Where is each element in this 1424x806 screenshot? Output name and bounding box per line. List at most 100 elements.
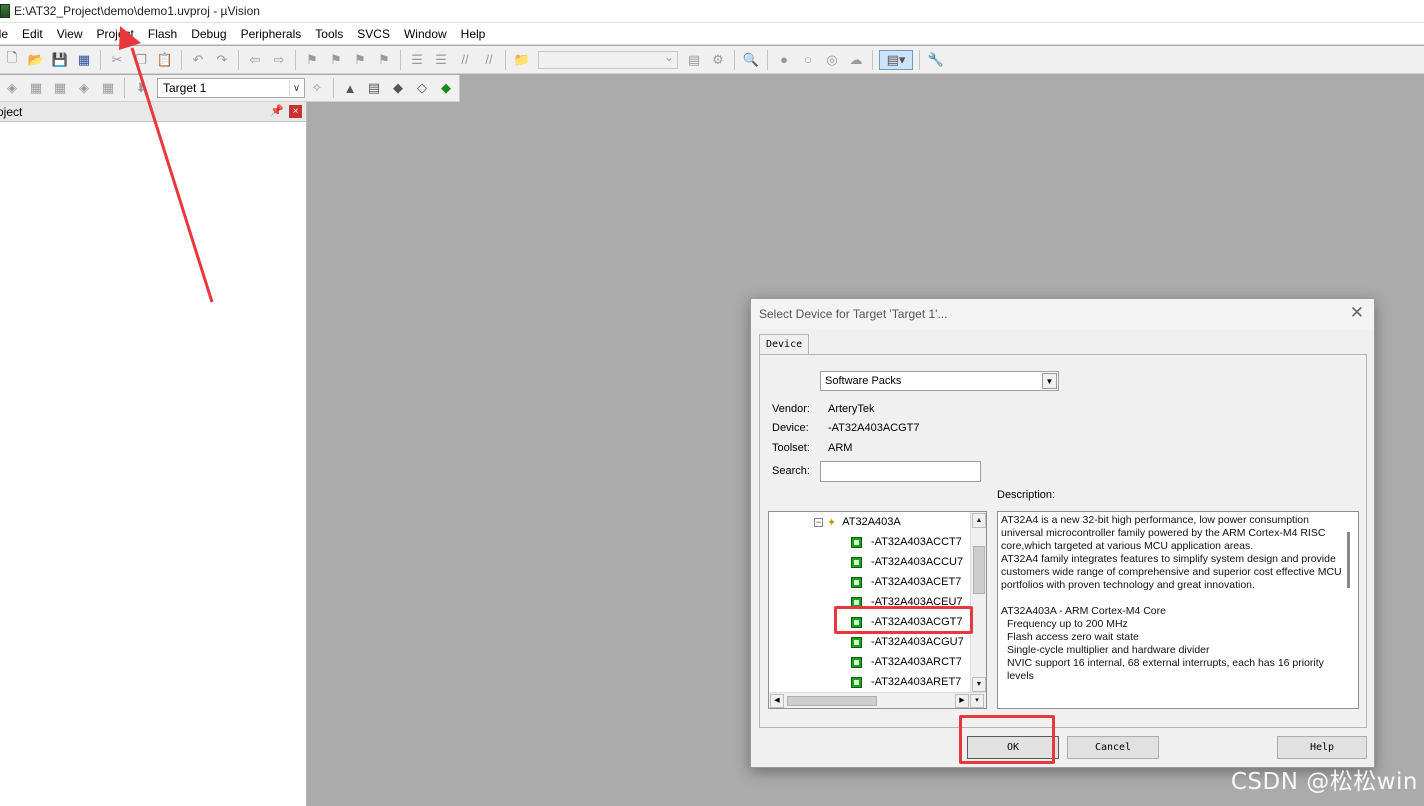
chevron-down-icon: ▼: [1042, 373, 1057, 389]
toolbar-separator: [100, 49, 101, 70]
prev-bookmark-icon[interactable]: ⚑: [326, 50, 346, 70]
kill-breakpoints-icon[interactable]: ☁: [846, 50, 866, 70]
cut-icon[interactable]: ✂: [107, 50, 127, 70]
menu-peripherals[interactable]: Peripherals: [234, 23, 309, 45]
save-icon[interactable]: 💾: [50, 50, 70, 70]
select-packs-icon[interactable]: ▤: [364, 78, 384, 98]
ok-button[interactable]: OK: [967, 736, 1059, 759]
tree-device-item[interactable]: -AT32A403ACCU7: [851, 552, 963, 572]
target-select-value: Target 1: [163, 81, 207, 95]
stop-build-icon[interactable]: ▦: [98, 78, 118, 98]
enable-breakpoint-icon[interactable]: ○: [798, 50, 818, 70]
configure-icon[interactable]: ⚙: [708, 50, 728, 70]
batch-build-icon[interactable]: ◈: [74, 78, 94, 98]
find-in-files-icon[interactable]: 📁: [512, 50, 532, 70]
comment-icon[interactable]: //: [455, 50, 475, 70]
toolbar-separator: [767, 49, 768, 70]
close-icon[interactable]: ×: [289, 105, 302, 118]
debug-session-icon[interactable]: 🔍: [741, 50, 761, 70]
menu-view[interactable]: View: [50, 23, 90, 45]
tree-device-item-selected[interactable]: -AT32A403ACGT7: [851, 612, 963, 632]
chip-icon: [851, 556, 862, 568]
menu-bar: ile Edit View Project Flash Debug Periph…: [0, 23, 1424, 45]
navigate-back-icon[interactable]: ⇦: [245, 50, 265, 70]
tree-vertical-scrollbar[interactable]: ▲ ▼: [970, 512, 986, 693]
run-time-environment-icon[interactable]: ◆: [436, 78, 456, 98]
menu-help[interactable]: Help: [454, 23, 493, 45]
tree-device-item[interactable]: -AT32A403ACEU7: [851, 592, 963, 612]
indent-icon[interactable]: ☰: [407, 50, 427, 70]
next-bookmark-icon[interactable]: ⚑: [350, 50, 370, 70]
search-input[interactable]: [820, 461, 981, 482]
unindent-icon[interactable]: ☰: [431, 50, 451, 70]
close-icon[interactable]: ✕: [1350, 303, 1364, 323]
navigate-forward-icon[interactable]: ⇨: [269, 50, 289, 70]
wrench-icon[interactable]: 🔧: [926, 50, 946, 70]
menu-edit[interactable]: Edit: [15, 23, 50, 45]
window-layout-icon[interactable]: ▤▾: [879, 49, 913, 70]
tree-horizontal-scrollbar[interactable]: ◀ ▶ ▾: [769, 692, 986, 708]
scroll-thumb[interactable]: [973, 546, 985, 594]
menu-svcs[interactable]: SVCS: [350, 23, 397, 45]
redo-icon[interactable]: ↷: [212, 50, 232, 70]
target-options-icon[interactable]: ✧: [307, 78, 327, 98]
download-icon[interactable]: ⬇: [131, 78, 151, 98]
description-feature: Flash access zero wait state: [1007, 631, 1139, 643]
menu-project[interactable]: Project: [90, 23, 141, 45]
save-all-icon[interactable]: ▦: [74, 50, 94, 70]
tab-device[interactable]: Device: [759, 334, 810, 354]
tree-device-label: -AT32A403ACEU7: [871, 596, 963, 608]
tree-device-item[interactable]: -AT32A403ARET7: [851, 672, 961, 692]
device-value: -AT32A403ACGT7: [828, 422, 920, 434]
tree-device-item[interactable]: -AT32A403ARCT7: [851, 652, 962, 672]
paste-icon[interactable]: 📋: [155, 50, 175, 70]
project-pane: oject 📌 ×: [0, 102, 307, 806]
new-file-icon[interactable]: 🗋: [2, 50, 22, 70]
bookmark-icon[interactable]: ⚑: [302, 50, 322, 70]
open-folder-icon[interactable]: 📂: [26, 50, 46, 70]
scroll-down-icon[interactable]: ▼: [972, 677, 986, 692]
uncomment-icon[interactable]: //: [479, 50, 499, 70]
scroll-end-icon[interactable]: ▾: [970, 694, 984, 708]
pack-select[interactable]: Software Packs ▼: [820, 371, 1059, 391]
cancel-button[interactable]: Cancel: [1067, 736, 1159, 759]
description-box: AT32A4 is a new 32-bit high performance,…: [997, 511, 1359, 709]
scroll-right-icon[interactable]: ▶: [955, 694, 969, 708]
tree-family-node[interactable]: − ✦ AT32A403A: [814, 512, 901, 532]
collapse-icon[interactable]: −: [814, 517, 823, 527]
help-button[interactable]: Help: [1277, 736, 1367, 759]
manage-rte-icon[interactable]: ◆: [388, 78, 408, 98]
manage-project-items-icon[interactable]: ▲: [340, 78, 360, 98]
tree-device-item[interactable]: -AT32A403ACCT7: [851, 532, 962, 552]
pin-icon[interactable]: 📌: [270, 104, 284, 117]
menu-debug[interactable]: Debug: [184, 23, 233, 45]
tree-device-item[interactable]: -AT32A403ACET7: [851, 572, 961, 592]
description-core-title: AT32A403A - ARM Cortex-M4 Core: [1001, 605, 1166, 617]
target-select[interactable]: Target 1 ∨: [157, 78, 305, 98]
pack-installer-icon[interactable]: ◇: [412, 78, 432, 98]
description-scrollbar[interactable]: [1347, 532, 1350, 588]
undo-icon[interactable]: ↶: [188, 50, 208, 70]
project-pane-title: oject: [0, 104, 23, 119]
tree-device-label: -AT32A403ACGU7: [871, 636, 964, 648]
menu-window[interactable]: Window: [397, 23, 454, 45]
tree-device-item[interactable]: -AT32A403ACGU7: [851, 632, 964, 652]
chip-icon: [851, 676, 862, 688]
copy-icon[interactable]: ❐: [131, 50, 151, 70]
rebuild-icon[interactable]: ▦: [50, 78, 70, 98]
toolbar-separator: [919, 49, 920, 70]
title-bar: E:\AT32_Project\demo\demo1.uvproj - µVis…: [0, 0, 1424, 23]
scroll-left-icon[interactable]: ◀: [770, 694, 784, 708]
translate-icon[interactable]: ◈: [2, 78, 22, 98]
disable-breakpoints-icon[interactable]: ◎: [822, 50, 842, 70]
find-combo[interactable]: [538, 50, 678, 69]
scroll-up-icon[interactable]: ▲: [972, 513, 986, 528]
build-icon[interactable]: ▦: [26, 78, 46, 98]
incremental-find-icon[interactable]: ▤: [684, 50, 704, 70]
scroll-thumb[interactable]: [787, 696, 877, 706]
menu-file[interactable]: ile: [0, 23, 15, 45]
insert-breakpoint-icon[interactable]: ●: [774, 50, 794, 70]
clear-bookmarks-icon[interactable]: ⚑: [374, 50, 394, 70]
menu-tools[interactable]: Tools: [308, 23, 350, 45]
menu-flash[interactable]: Flash: [141, 23, 184, 45]
